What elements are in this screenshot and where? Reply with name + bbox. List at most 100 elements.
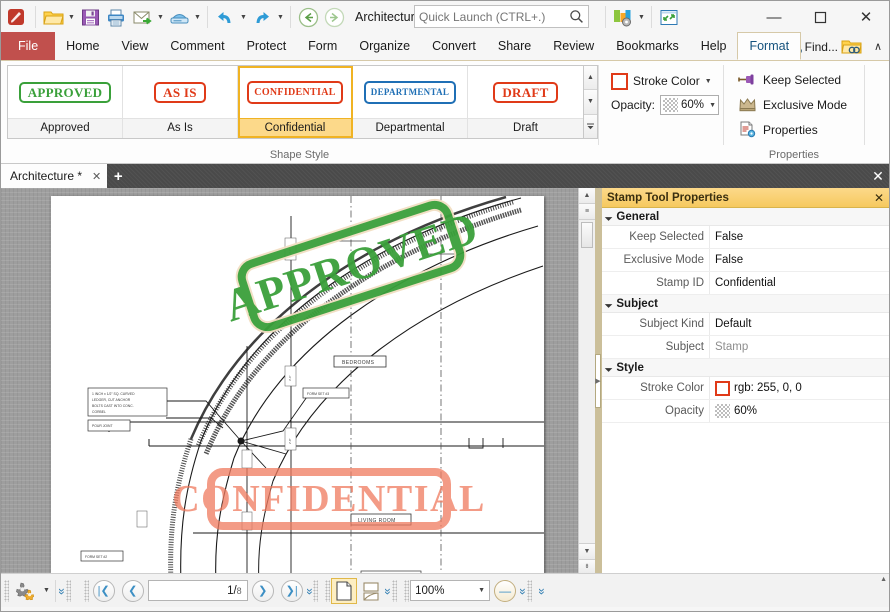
page-canvas[interactable]: 1 INCH x 1/2" SQ. CURVED LEDGER, CUT ANC… (1, 188, 578, 573)
expand-view-modes-button[interactable]: » (381, 588, 395, 594)
property-value[interactable]: False (710, 226, 889, 248)
gallery-item-draft[interactable]: DRAFT Draft (468, 66, 583, 138)
single-page-view-button[interactable] (331, 577, 358, 604)
tab-form[interactable]: Form (297, 33, 348, 60)
tab-convert[interactable]: Convert (421, 33, 487, 60)
scroll-down-button[interactable]: ▼ (579, 543, 595, 559)
tab-comment[interactable]: Comment (159, 33, 235, 60)
previous-page-button[interactable]: ❮ (119, 578, 147, 604)
triangle-collapse-icon[interactable]: ◢ (604, 299, 613, 308)
property-value[interactable]: Confidential (710, 272, 889, 294)
scroll-up-button[interactable]: ▲ (579, 188, 595, 204)
gallery-item-confidential[interactable]: CONFIDENTIAL Confidential (238, 66, 353, 138)
chevron-down-icon[interactable]: ▼ (478, 587, 485, 594)
tab-help[interactable]: Help (690, 33, 738, 60)
section-subject[interactable]: ◢ Subject (602, 295, 889, 313)
properties-button[interactable]: Properties (734, 117, 854, 142)
opacity-combobox[interactable]: 60% ▼ (660, 95, 719, 115)
close-button[interactable]: ✕ (843, 1, 889, 33)
minimize-button[interactable]: — (751, 1, 797, 33)
expand-zoom-button[interactable]: » (516, 588, 530, 594)
shape-style-gallery[interactable]: APPROVED Approved AS IS As Is CONFIDENTI… (7, 65, 584, 139)
property-value-cell[interactable]: rgb: 255, 0, 0 (710, 377, 889, 399)
toolbar-grip[interactable] (325, 579, 331, 602)
scroll-track[interactable] (579, 220, 595, 543)
scan-button[interactable] (166, 4, 192, 30)
property-row-opacity[interactable]: Opacity 60% (602, 400, 889, 423)
gallery-item-as-is[interactable]: AS IS As Is (123, 66, 238, 138)
tab-organize[interactable]: Organize (348, 33, 421, 60)
close-all-tabs-button[interactable]: ✕ (867, 164, 889, 188)
toolbar-grip[interactable] (83, 579, 89, 602)
gallery-scroll-down-button[interactable]: ▼ (584, 90, 597, 115)
triangle-collapse-icon[interactable]: ◢ (604, 363, 613, 372)
open-dropdown-arrow[interactable]: ▼ (66, 4, 77, 30)
toolbar-grip[interactable] (404, 579, 410, 602)
keep-selected-button[interactable]: Keep Selected (734, 67, 854, 92)
close-icon[interactable]: ✕ (874, 191, 884, 205)
toolbar-grip[interactable] (4, 579, 9, 602)
gallery-more-button[interactable] (584, 114, 597, 138)
stroke-color-swatch[interactable] (611, 72, 628, 90)
tools-dropdown-arrow[interactable]: ▼ (41, 578, 52, 604)
forward-button[interactable] (321, 4, 347, 30)
property-row-exclusive-mode[interactable]: Exclusive Mode False (602, 249, 889, 272)
scroll-page-down-button[interactable]: ⇟ (579, 559, 595, 573)
statusbar-overflow-button[interactable]: » (535, 588, 549, 594)
redo-dropdown-arrow[interactable]: ▼ (275, 4, 286, 30)
search-input[interactable] (419, 9, 565, 24)
undo-button[interactable] (212, 4, 238, 30)
section-general[interactable]: ◢ General (602, 208, 889, 226)
resize-corner[interactable]: ▲ (880, 576, 887, 583)
customize-dropdown-arrow[interactable]: ▼ (636, 4, 647, 30)
scroll-page-up-button[interactable]: ≡ (579, 204, 595, 220)
property-value[interactable]: False (710, 249, 889, 271)
fullscreen-button[interactable] (656, 4, 682, 30)
stroke-color-swatch[interactable] (715, 380, 730, 396)
quick-launch-search[interactable] (414, 5, 589, 28)
tab-share[interactable]: Share (487, 33, 542, 60)
tab-home[interactable]: Home (55, 33, 110, 60)
next-page-button[interactable]: ❯ (249, 578, 277, 604)
new-tab-button[interactable]: + (107, 164, 129, 188)
section-style[interactable]: ◢ Style (602, 359, 889, 377)
tab-bookmarks[interactable]: Bookmarks (605, 33, 690, 60)
chevron-down-icon[interactable]: ▼ (705, 78, 712, 85)
collapse-ribbon-button[interactable]: ∧ (867, 40, 889, 53)
gallery-scroll-up-button[interactable]: ▲ (584, 66, 597, 91)
print-button[interactable] (103, 4, 129, 30)
close-icon[interactable]: ✕ (92, 170, 101, 183)
gallery-item-approved[interactable]: APPROVED Approved (8, 66, 123, 138)
page-number-field[interactable]: 1/8 (147, 580, 248, 601)
save-button[interactable] (77, 4, 103, 30)
scroll-thumb[interactable] (581, 222, 593, 248)
tab-review[interactable]: Review (542, 33, 605, 60)
property-row-subject-kind[interactable]: Subject Kind Default (602, 313, 889, 336)
page-vertical-scrollbar[interactable]: ▲ ≡ ▼ ⇟ (578, 188, 595, 573)
email-dropdown-arrow[interactable]: ▼ (155, 4, 166, 30)
tab-protect[interactable]: Protect (236, 33, 298, 60)
email-button[interactable] (129, 4, 155, 30)
expand-navigation-button[interactable]: » (303, 588, 317, 594)
property-row-stamp-id[interactable]: Stamp ID Confidential (602, 272, 889, 295)
first-page-button[interactable]: |❮ (90, 578, 118, 604)
gallery-item-departmental[interactable]: DEPARTMENTAL Departmental (353, 66, 468, 138)
maximize-button[interactable] (797, 1, 843, 33)
redo-button[interactable] (249, 4, 275, 30)
triangle-collapse-icon[interactable]: ◢ (604, 212, 613, 221)
chevron-down-icon[interactable]: ▼ (709, 102, 716, 109)
opacity-control[interactable]: Opacity: 60% ▼ (611, 93, 719, 117)
property-value-cell[interactable]: 60% (710, 400, 889, 422)
tools-button[interactable] (10, 578, 40, 604)
document-tab-architecture[interactable]: Architecture * ✕ (1, 164, 108, 188)
tab-file[interactable]: File (1, 32, 56, 60)
undo-dropdown-arrow[interactable]: ▼ (238, 4, 249, 30)
tab-format[interactable]: Format (737, 32, 802, 60)
stroke-color-control[interactable]: Stroke Color ▼ (611, 69, 719, 93)
property-value[interactable]: Stamp (710, 336, 889, 358)
back-button[interactable] (295, 4, 321, 30)
tab-view[interactable]: View (111, 33, 160, 60)
property-value[interactable]: Default (710, 313, 889, 335)
scan-dropdown-arrow[interactable]: ▼ (192, 4, 203, 30)
open-button[interactable] (40, 4, 66, 30)
